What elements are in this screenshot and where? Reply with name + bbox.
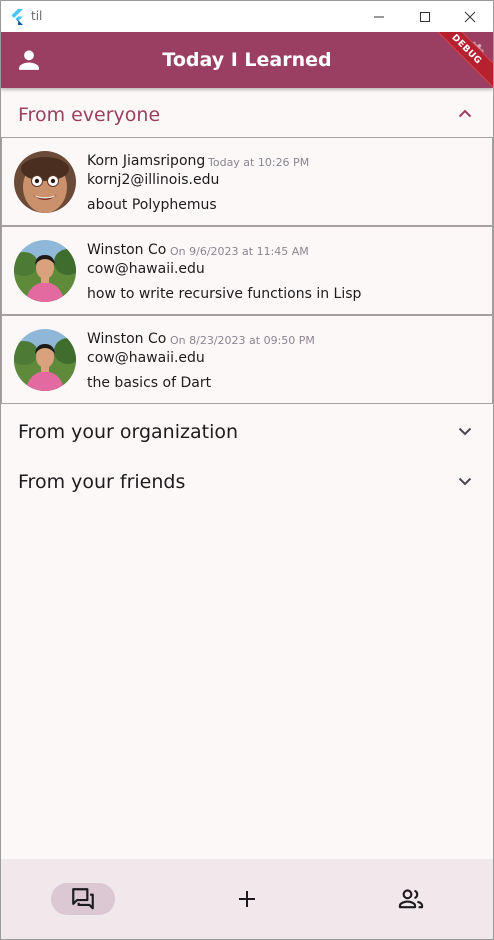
list-item[interactable]: Winston Co On 9/6/2023 at 11:45 AM cow@h… xyxy=(1,226,493,315)
app-window: til Today I Learned DEBUG From everyone xyxy=(0,0,494,940)
minimize-button[interactable] xyxy=(356,1,402,32)
entry-timestamp: On 9/6/2023 at 11:45 AM xyxy=(170,245,309,258)
avatar xyxy=(14,151,76,213)
nav-friends-button[interactable] xyxy=(379,883,443,915)
entry-author: Winston Co xyxy=(87,242,167,258)
people-icon xyxy=(398,889,424,909)
list-item[interactable]: Korn Jiamsripong Today at 10:26 PM kornj… xyxy=(1,137,493,226)
chevron-up-icon xyxy=(458,109,472,118)
forum-icon xyxy=(72,888,94,910)
add-icon xyxy=(239,891,255,907)
section-everyone-header[interactable]: From everyone xyxy=(1,90,493,140)
flutter-logo-icon xyxy=(11,9,23,25)
close-button[interactable] xyxy=(447,1,493,32)
minimize-icon xyxy=(374,16,384,17)
section-friends-header[interactable]: From your friends xyxy=(1,457,493,507)
chevron-down-icon xyxy=(458,477,472,486)
close-icon xyxy=(464,11,476,22)
nav-add-button[interactable] xyxy=(215,883,279,915)
entry-email: cow@hawaii.edu xyxy=(87,261,205,277)
avatar xyxy=(14,240,76,302)
section-title: From your organization xyxy=(18,421,239,443)
entry-topic: how to write recursive functions in Lisp xyxy=(87,286,362,302)
entry-email: cow@hawaii.edu xyxy=(87,350,205,366)
window-titlebar: til xyxy=(1,1,493,32)
bottom-navigation-bar xyxy=(1,859,493,939)
entry-timestamp: Today at 10:26 PM xyxy=(208,156,310,169)
list-item[interactable]: Winston Co On 8/23/2023 at 09:50 PM cow@… xyxy=(1,315,493,404)
app-bar: Today I Learned DEBUG xyxy=(1,32,493,88)
chevron-down-icon xyxy=(458,427,472,436)
entry-author: Winston Co xyxy=(87,331,167,347)
window-title: til xyxy=(31,9,43,23)
section-organization-header[interactable]: From your organization xyxy=(1,407,493,457)
page-title: Today I Learned xyxy=(162,49,332,71)
maximize-icon xyxy=(420,11,430,22)
entry-timestamp: On 8/23/2023 at 09:50 PM xyxy=(170,334,315,347)
section-title: From your friends xyxy=(18,471,186,493)
maximize-button[interactable] xyxy=(402,1,448,32)
section-title: From everyone xyxy=(18,104,161,126)
avatar xyxy=(14,329,76,391)
entry-topic: about Polyphemus xyxy=(87,197,217,213)
entry-author: Korn Jiamsripong xyxy=(87,153,206,169)
nav-feed-button[interactable] xyxy=(51,883,115,915)
entry-email: kornj2@illinois.edu xyxy=(87,172,220,188)
entry-topic: the basics of Dart xyxy=(87,375,212,391)
